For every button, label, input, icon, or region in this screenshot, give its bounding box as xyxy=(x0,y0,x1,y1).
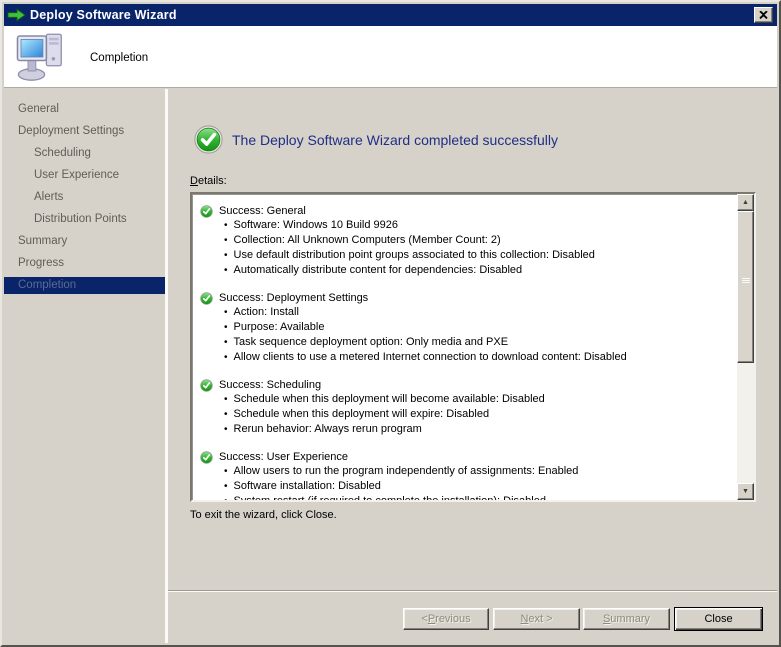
details-content[interactable]: Success: GeneralSoftware: Windows 10 Bui… xyxy=(192,194,737,500)
page-title: Completion xyxy=(90,52,148,64)
sidebar-item-distribution-points[interactable]: Distribution Points xyxy=(4,211,165,228)
next-button[interactable]: Next > xyxy=(493,608,580,630)
sidebar-item-summary[interactable]: Summary xyxy=(4,233,165,250)
exit-hint: To exit the wizard, click Close. xyxy=(190,509,337,521)
deploy-software-wizard-window: Deploy Software Wizard Comple xyxy=(0,0,781,647)
arrow-up-icon: ▲ xyxy=(742,199,749,206)
detail-item: Automatically distribute content for dep… xyxy=(224,263,733,278)
success-check-icon xyxy=(200,451,213,464)
close-button[interactable]: Close xyxy=(674,607,763,631)
success-check-icon xyxy=(200,292,213,305)
sidebar-item-completion[interactable]: Completion xyxy=(4,277,165,294)
close-icon xyxy=(759,11,768,19)
previous-button[interactable]: < Previous xyxy=(403,608,489,630)
detail-item: Action: Install xyxy=(224,305,733,320)
scroll-up-button[interactable]: ▲ xyxy=(737,194,754,211)
wizard-steps-sidebar: General Deployment Settings Scheduling User… xyxy=(4,89,165,643)
close-window-button[interactable] xyxy=(754,7,773,23)
detail-item: Allow users to run the program independe… xyxy=(224,464,733,479)
scroll-down-button[interactable]: ▼ xyxy=(737,483,754,500)
completion-message: The Deploy Software Wizard completed suc… xyxy=(232,132,558,148)
thumb-grip-icon xyxy=(742,278,750,284)
success-check-icon xyxy=(200,205,213,218)
details-box: Success: GeneralSoftware: Windows 10 Bui… xyxy=(190,192,756,502)
sidebar-item-deployment-settings[interactable]: Deployment Settings xyxy=(4,123,165,140)
section-title: Success: Deployment Settings xyxy=(219,291,368,305)
detail-item: Use default distribution point groups as… xyxy=(224,248,733,263)
sidebar-item-progress[interactable]: Progress xyxy=(4,255,165,272)
section-title: Success: Scheduling xyxy=(219,378,321,392)
detail-item: Schedule when this deployment will expir… xyxy=(224,407,733,422)
arrow-down-icon: ▼ xyxy=(742,488,749,495)
scrollbar-thumb[interactable] xyxy=(737,211,754,363)
section-title: Success: User Experience xyxy=(219,450,348,464)
detail-item: Rerun behavior: Always rerun program xyxy=(224,422,733,437)
details-section: Success: User ExperienceAllow users to r… xyxy=(200,450,733,500)
detail-item: Software installation: Disabled xyxy=(224,479,733,494)
summary-button[interactable]: Summary xyxy=(583,608,670,630)
detail-item: Software: Windows 10 Build 9926 xyxy=(224,218,733,233)
sidebar-item-general[interactable]: General xyxy=(4,101,165,118)
detail-item: System restart (if required to complete … xyxy=(224,494,733,500)
success-check-icon xyxy=(200,379,213,392)
completion-pane: The Deploy Software Wizard completed suc… xyxy=(168,89,777,590)
sidebar-item-user-experience[interactable]: User Experience xyxy=(4,167,165,184)
details-label: Details: xyxy=(190,175,227,187)
detail-item: Schedule when this deployment will becom… xyxy=(224,392,733,407)
computer-icon xyxy=(14,29,70,90)
footer-divider xyxy=(168,590,777,592)
vertical-scrollbar[interactable]: ▲ ▼ xyxy=(737,194,754,500)
wizard-header: Completion xyxy=(4,26,777,88)
details-section: Success: GeneralSoftware: Windows 10 Bui… xyxy=(200,204,733,278)
detail-item: Task sequence deployment option: Only me… xyxy=(224,335,733,350)
window-title: Deploy Software Wizard xyxy=(30,8,177,22)
detail-item: Purpose: Available xyxy=(224,320,733,335)
success-icon xyxy=(194,125,223,159)
wizard-arrow-icon xyxy=(7,8,26,22)
section-title: Success: General xyxy=(219,204,306,218)
detail-item: Collection: All Unknown Computers (Membe… xyxy=(224,233,733,248)
details-section: Success: Deployment SettingsAction: Inst… xyxy=(200,291,733,365)
detail-item: Allow clients to use a metered Internet … xyxy=(224,350,733,365)
details-section: Success: SchedulingSchedule when this de… xyxy=(200,378,733,437)
titlebar: Deploy Software Wizard xyxy=(4,4,777,26)
sidebar-item-scheduling[interactable]: Scheduling xyxy=(4,145,165,162)
sidebar-item-alerts[interactable]: Alerts xyxy=(4,189,165,206)
